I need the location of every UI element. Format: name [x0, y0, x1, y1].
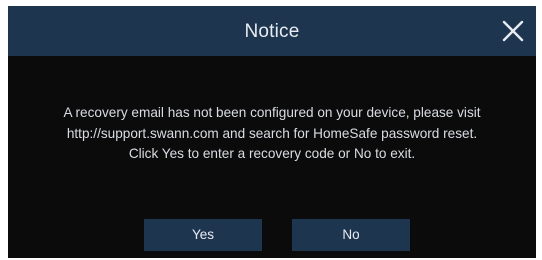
yes-button[interactable]: Yes — [144, 219, 262, 251]
notice-dialog: Notice A recovery email has not been con… — [8, 6, 536, 258]
dialog-title: Notice — [244, 21, 300, 42]
message-line: http://support.swann.com and search for … — [66, 125, 478, 141]
close-icon — [502, 20, 524, 42]
dialog-message: A recovery email has not been configured… — [8, 103, 536, 165]
no-button[interactable]: No — [292, 219, 410, 251]
message-line: A recovery email has not been configured… — [63, 105, 481, 120]
message-line: Click Yes to enter a recovery code or No… — [128, 146, 416, 161]
dialog-title-bar: Notice — [8, 6, 536, 56]
close-button[interactable] — [500, 18, 526, 44]
